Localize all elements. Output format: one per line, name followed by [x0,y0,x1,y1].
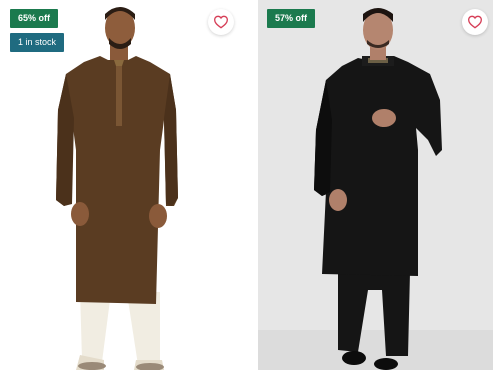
wishlist-button[interactable] [462,9,488,35]
product-card-black-kurta[interactable]: 57% off [258,0,493,370]
heart-outline-icon [213,15,229,29]
product-card-brown-kurta[interactable]: 65% off 1 in stock [0,0,246,370]
wishlist-button[interactable] [208,9,234,35]
product-image-brown-kurta[interactable] [0,0,246,370]
discount-badge: 65% off [10,9,59,28]
product-grid: 65% off 1 in stock 57% off [0,0,493,370]
product-image-black-kurta[interactable] [258,0,493,370]
heart-outline-icon [467,15,483,29]
stock-badge: 1 in stock [10,33,65,52]
discount-badge: 57% off [267,9,316,28]
